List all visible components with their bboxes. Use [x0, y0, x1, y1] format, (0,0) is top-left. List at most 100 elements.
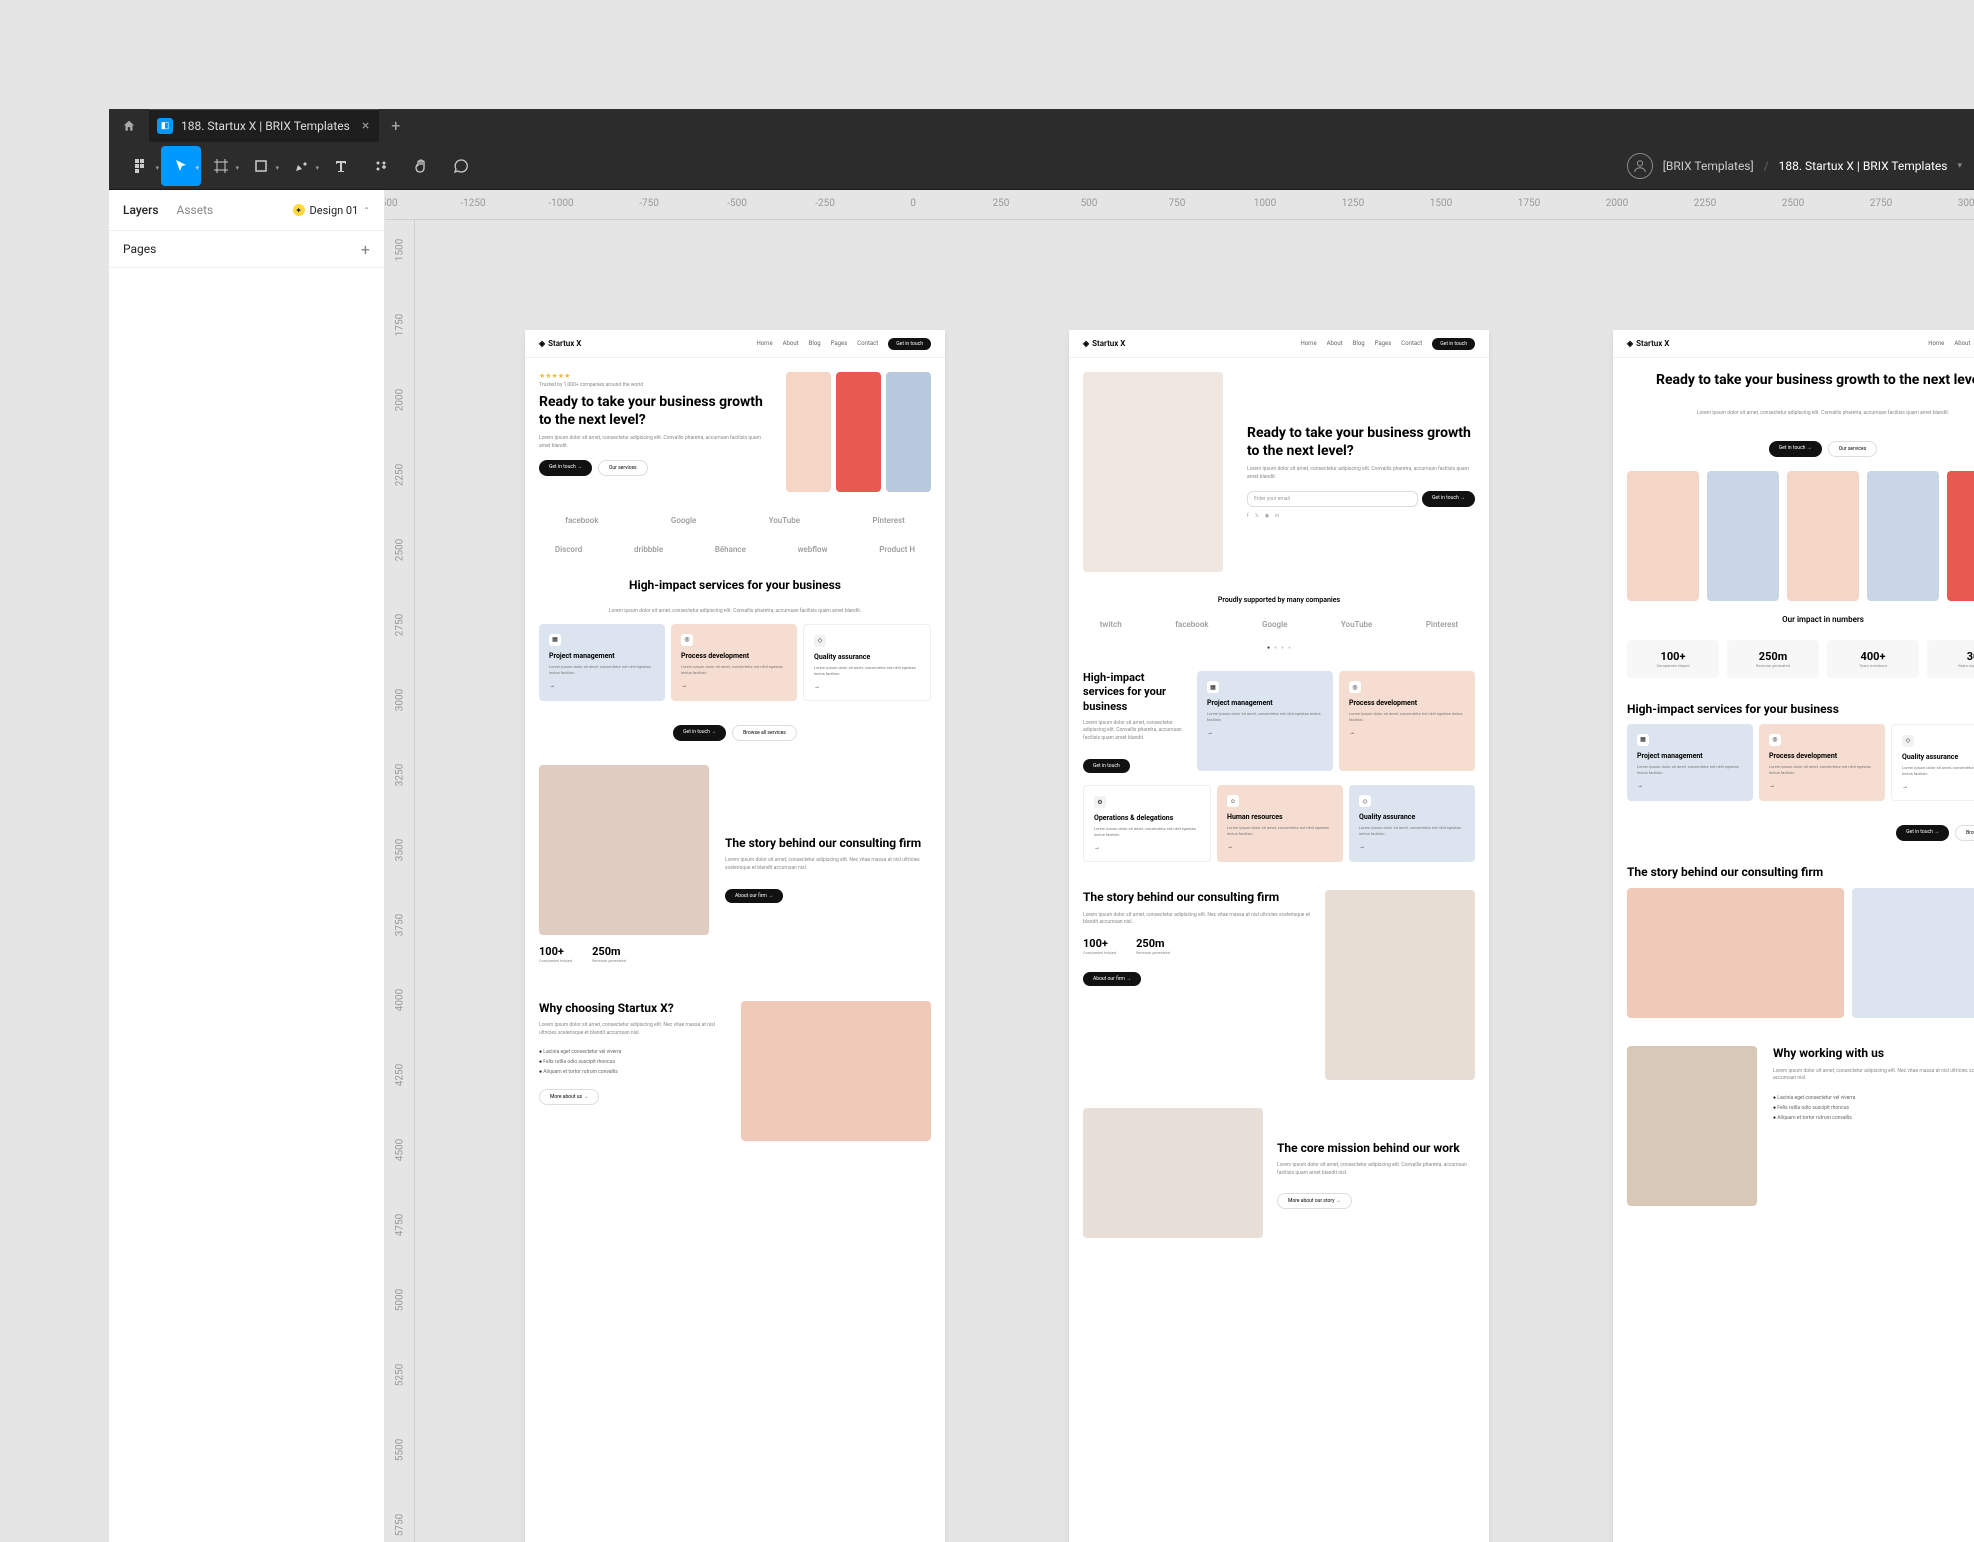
- resources-tool[interactable]: [361, 146, 401, 186]
- bullet-item: Aliquam et tortor rutrum convallis: [539, 1067, 725, 1077]
- person-image: [1627, 471, 1699, 601]
- mission-section: The core mission behind our work Lorem i…: [1069, 1094, 1489, 1252]
- nav-link: Contact: [1401, 340, 1422, 347]
- email-signup: Enter your email Get in touch →: [1247, 491, 1475, 507]
- main-menu-button[interactable]: ▾: [121, 146, 161, 186]
- shape-tool[interactable]: ▾: [241, 146, 281, 186]
- stat-number: 30: [1931, 650, 1974, 663]
- mission-heading: The core mission behind our work: [1277, 1141, 1475, 1157]
- logo-item: twitch: [1100, 620, 1122, 629]
- card-title: Quality assurance: [1359, 813, 1465, 821]
- logo-item: Google: [671, 516, 696, 525]
- person-image: [1787, 471, 1859, 601]
- card-icon: ▦: [1207, 681, 1219, 693]
- card-body: Lorem ipsum dolor sit amet, consectetur …: [1094, 826, 1200, 838]
- site-nav: Home About Blog Pages: [1928, 340, 1974, 347]
- logo-item: dribbble: [634, 545, 663, 554]
- close-tab-icon[interactable]: ×: [362, 118, 369, 134]
- design-frame-3[interactable]: Startux X Home About Blog Pages Ready to…: [1613, 330, 1974, 1542]
- feature-bullets: Lacinia eget consectetur vel viverra Fel…: [539, 1047, 725, 1077]
- nav-cta: Get in touch: [888, 338, 931, 350]
- stat-label: Revenue generated: [1136, 950, 1170, 955]
- frame-tool[interactable]: ▾: [201, 146, 241, 186]
- stat-number: 250m: [1731, 650, 1815, 663]
- design-frame-2[interactable]: Startux X Home About Blog Pages Contact …: [1069, 330, 1489, 1542]
- person-image: [1707, 471, 1779, 601]
- toolbar: ▾ ▾ ▾ ▾ ▾ [BRIX Templates] / 188. Startu…: [109, 142, 1974, 190]
- current-page-name: Design 01: [310, 204, 359, 217]
- feature-bullets: Lacinia eget consectetur vel viverra Fel…: [1773, 1093, 1974, 1123]
- new-tab-button[interactable]: +: [379, 109, 412, 142]
- nav-link: Contact: [857, 340, 878, 347]
- add-page-button[interactable]: +: [361, 240, 370, 259]
- text-tool[interactable]: [321, 146, 361, 186]
- card-title: Quality assurance: [814, 653, 920, 661]
- layers-tab[interactable]: Layers: [123, 203, 159, 217]
- hero-body: Lorem ipsum dolor sit amet, consectetur …: [539, 435, 772, 450]
- chevron-down-icon[interactable]: ▾: [1957, 161, 1962, 171]
- why-section: Why working with us Lorem ipsum dolor si…: [1613, 1032, 1974, 1220]
- service-card: ◇Quality assuranceLorem ipsum dolor sit …: [1349, 785, 1475, 862]
- assets-tab[interactable]: Assets: [177, 203, 214, 217]
- pen-tool[interactable]: ▾: [281, 146, 321, 186]
- outline-button: Our services: [598, 460, 648, 476]
- card-icon: ◇: [1902, 735, 1914, 747]
- logo-item: Pinterest: [1426, 620, 1458, 629]
- stats-row: 100+Companies helped 250mRevenue generat…: [1613, 630, 1974, 688]
- hand-tool[interactable]: [401, 146, 441, 186]
- twitter-icon: 𝕏: [1255, 513, 1259, 519]
- card-body: Lorem ipsum dolor sit amet, consectetur …: [1227, 825, 1333, 837]
- card-icon: ▦: [1637, 734, 1649, 746]
- story-section: 100+Companies helped 250mRevenue generat…: [525, 751, 945, 987]
- why-body: Lorem ipsum dolor sit amet, consectetur …: [1773, 1068, 1974, 1083]
- stat-number: 250m: [592, 945, 626, 958]
- tool-group: ▾ ▾ ▾ ▾ ▾: [121, 146, 481, 186]
- service-card: ▦Project managementLorem ipsum dolor sit…: [1627, 724, 1753, 801]
- document-name[interactable]: 188. Startux X | BRIX Templates: [1779, 159, 1948, 173]
- hero-section: Ready to take your business growth to th…: [1613, 358, 1974, 471]
- user-avatar-icon[interactable]: [1627, 153, 1653, 179]
- design-frame-1[interactable]: Startux X Home About Blog Pages Contact …: [525, 330, 945, 1542]
- carousel-dots: ●●●●: [1069, 639, 1489, 657]
- arrow-icon: →: [1227, 843, 1333, 850]
- card-body: Lorem ipsum dolor sit amet, consectetur …: [814, 665, 920, 677]
- nav-link: About: [783, 340, 799, 347]
- story-row: The story behind our consulting firm Lor…: [1083, 890, 1475, 1080]
- comment-tool[interactable]: [441, 146, 481, 186]
- team-name[interactable]: [BRIX Templates]: [1663, 159, 1754, 173]
- document-tab[interactable]: ◧ 188. Startux X | BRIX Templates ×: [149, 109, 379, 142]
- story-image: [539, 765, 709, 935]
- arrow-icon: →: [681, 682, 787, 689]
- hero-text: Ready to take your business growth to th…: [1237, 425, 1475, 519]
- stat-label: Companies helped: [1631, 663, 1715, 668]
- primary-button: Get in touch →: [673, 725, 726, 741]
- hero-heading: Ready to take your business growth to th…: [539, 394, 772, 429]
- move-tool[interactable]: ▾: [161, 146, 201, 186]
- story-images: [1627, 888, 1974, 1018]
- about-button: About our firm →: [725, 889, 783, 903]
- vertical-ruler: 1500175020002250250027503000325035003750…: [385, 220, 415, 1542]
- chevron-up-icon: ⌃: [363, 206, 370, 215]
- card-icon: ◎: [1349, 681, 1361, 693]
- logo-item: Pinterest: [872, 516, 904, 525]
- why-heading: Why choosing Startux X?: [539, 1001, 725, 1017]
- service-card: ◎Process developmentLorem ipsum dolor si…: [1339, 671, 1475, 771]
- hero-section: ★★★★★ Trusted by 1,000+ companies around…: [525, 358, 945, 506]
- story-heading: The story behind our consulting firm: [1627, 865, 1974, 881]
- card-icon: ◎: [681, 634, 693, 646]
- page-selector[interactable]: ✦ Design 01 ⌃: [293, 204, 370, 217]
- card-title: Operations & delegations: [1094, 814, 1200, 822]
- canvas[interactable]: Startux X Home About Blog Pages Contact …: [415, 220, 1974, 1542]
- bullet-item: Lacinia eget consectetur vel viverra: [539, 1047, 725, 1057]
- hero-portrait: [1083, 372, 1223, 572]
- home-button[interactable]: [109, 109, 149, 142]
- card-icon: ◇: [814, 635, 826, 647]
- site-header: Startux X Home About Blog Pages Contact …: [1069, 330, 1489, 358]
- logo-item: Discord: [555, 545, 582, 554]
- bullet-item: Lacinia eget consectetur vel viverra: [1773, 1093, 1974, 1103]
- logo-item: YouTube: [769, 516, 800, 525]
- logo-item: facebook: [1175, 620, 1208, 629]
- primary-button: Get in touch →: [539, 460, 592, 476]
- logo-item: webflow: [798, 545, 828, 554]
- hero-image: [786, 372, 831, 492]
